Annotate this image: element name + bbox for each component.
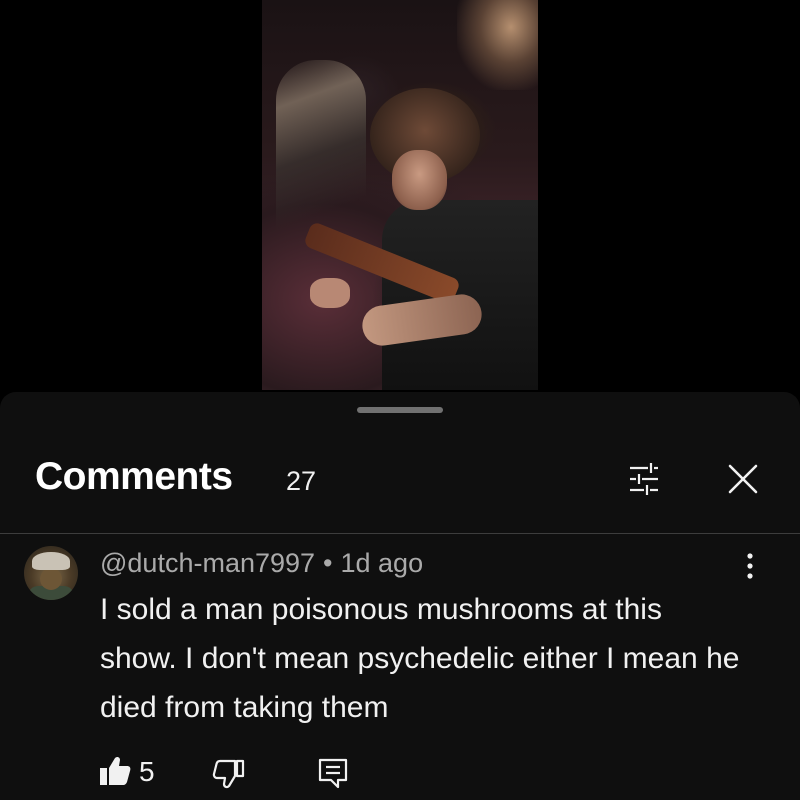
more-options-icon[interactable] (735, 550, 765, 582)
avatar-hat (32, 552, 70, 570)
like-count: 5 (139, 756, 155, 787)
dislike-icon[interactable] (212, 758, 246, 790)
video-guitarist-hand (310, 278, 350, 308)
video-guitarist-face (392, 150, 447, 210)
video-figure-background (457, 0, 538, 90)
close-icon[interactable] (724, 460, 762, 498)
header-divider (0, 533, 800, 534)
comment-time: 1d ago (340, 548, 424, 578)
reply-icon[interactable] (316, 756, 350, 790)
comment-text: I sold a man poisonous mushrooms at this… (100, 593, 740, 724)
like-icon[interactable] (98, 755, 132, 787)
filter-icon[interactable] (624, 459, 664, 499)
comments-sheet: Comments 27 @dutch-man7997 • 1d ago I sold… (0, 392, 800, 800)
video-frame[interactable] (262, 0, 538, 390)
video-player[interactable] (0, 0, 800, 392)
avatar-face (40, 568, 62, 590)
comment-meta: @dutch-man7997 • 1d ago (100, 548, 423, 579)
avatar[interactable] (24, 546, 78, 600)
comment-author[interactable]: @dutch-man7997 (100, 548, 315, 578)
comments-count: 27 (286, 466, 317, 496)
comments-title: Comments (35, 455, 233, 498)
drag-handle[interactable] (357, 407, 443, 413)
meta-separator: • (323, 548, 333, 578)
